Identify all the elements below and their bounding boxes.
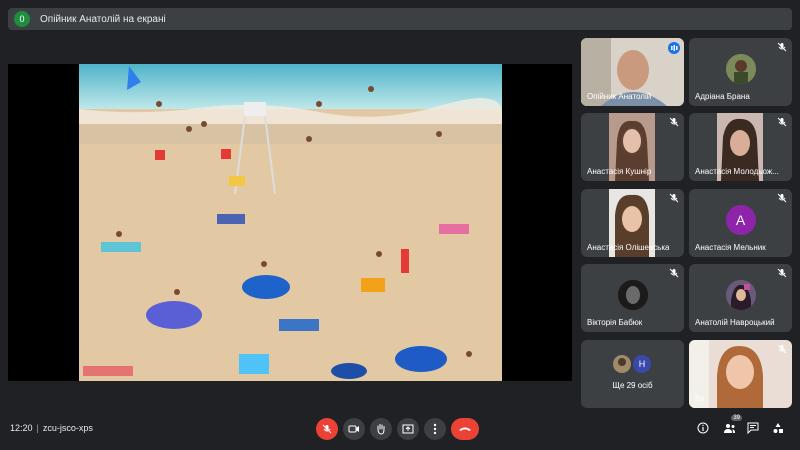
participant-name: Опійник Анатолій <box>587 92 652 101</box>
more-vert-icon <box>433 423 437 435</box>
speaking-indicator-icon <box>668 42 680 54</box>
activities-icon <box>773 423 783 433</box>
participant-tile[interactable]: A Анастасія Мельник <box>689 189 792 257</box>
activities-button[interactable] <box>771 421 785 435</box>
participant-name: Анастасія Молодьож... <box>695 167 779 176</box>
chat-button[interactable] <box>746 421 760 435</box>
participant-avatar: H <box>633 355 651 373</box>
mic-off-icon <box>777 193 787 203</box>
presenting-badge: 0 <box>14 11 30 27</box>
meeting-code: zcu-jsco-xps <box>42 423 93 433</box>
people-count-badge: 39 <box>731 415 742 421</box>
presenting-text: Опійник Анатолій на екрані <box>40 13 166 25</box>
mic-off-icon <box>777 117 787 127</box>
mic-off-icon <box>669 117 679 127</box>
presenting-banner: 0 Опійник Анатолій на екрані <box>8 8 792 30</box>
present-icon <box>402 424 414 434</box>
participant-tile[interactable]: Анастасія Кушнір <box>581 113 684 181</box>
hang-up-icon <box>459 427 471 431</box>
people-icon <box>723 423 735 433</box>
clock: 12:20 <box>10 423 33 433</box>
meeting-info: 12:20 | zcu-jsco-xps <box>10 423 93 433</box>
hand-icon <box>377 424 385 435</box>
more-participants-label: Ще 29 осіб <box>612 381 653 390</box>
present-screen-button[interactable] <box>397 418 419 440</box>
mic-off-icon <box>322 424 332 434</box>
leave-call-button[interactable] <box>451 418 479 440</box>
bottom-toolbar: 12:20 | zcu-jsco-xps 39 <box>0 410 800 450</box>
people-button[interactable]: 39 <box>722 415 742 435</box>
participant-avatar <box>725 54 756 84</box>
participant-name: Вікторія Бабюк <box>587 318 643 327</box>
participant-avatar <box>613 355 631 373</box>
shared-screen-image <box>79 64 502 381</box>
raise-hand-button[interactable] <box>370 418 392 440</box>
mic-toggle-button[interactable] <box>316 418 338 440</box>
meeting-details-button[interactable] <box>696 421 710 435</box>
self-view-tile[interactable]: Ви <box>689 340 792 408</box>
mic-off-icon <box>777 344 787 354</box>
camera-icon <box>348 425 359 433</box>
participant-name: Анастасія Кушнір <box>587 167 652 176</box>
more-participants-tile[interactable]: H Ще 29 осіб <box>581 340 684 408</box>
chat-icon <box>747 422 759 434</box>
participant-tile[interactable]: Анатолій Навроцький <box>689 264 792 332</box>
mic-off-icon <box>669 268 679 278</box>
mic-off-icon <box>777 268 787 278</box>
info-icon <box>697 422 709 434</box>
participant-name: Ви <box>695 394 705 403</box>
participant-avatar <box>725 280 756 310</box>
more-options-button[interactable] <box>424 418 446 440</box>
participant-name: Анатолій Навроцький <box>695 318 775 327</box>
participant-name: Анастасія Мельник <box>695 243 766 252</box>
participant-name: Адріана Брана <box>695 92 750 101</box>
participant-tile[interactable]: Анастасія Молодьож... <box>689 113 792 181</box>
participant-avatar: A <box>725 205 756 235</box>
mic-off-icon <box>669 193 679 203</box>
participant-tile[interactable]: Анастасія Олішевська <box>581 189 684 257</box>
camera-toggle-button[interactable] <box>343 418 365 440</box>
presentation-stage <box>8 64 572 381</box>
participant-tile[interactable]: Вікторія Бабюк <box>581 264 684 332</box>
participant-avatar <box>617 280 648 310</box>
participant-tile-presenter[interactable]: Опійник Анатолій <box>581 38 684 106</box>
mic-off-icon <box>777 42 787 52</box>
participant-name: Анастасія Олішевська <box>587 243 670 252</box>
participant-tile[interactable]: Адріана Брана <box>689 38 792 106</box>
